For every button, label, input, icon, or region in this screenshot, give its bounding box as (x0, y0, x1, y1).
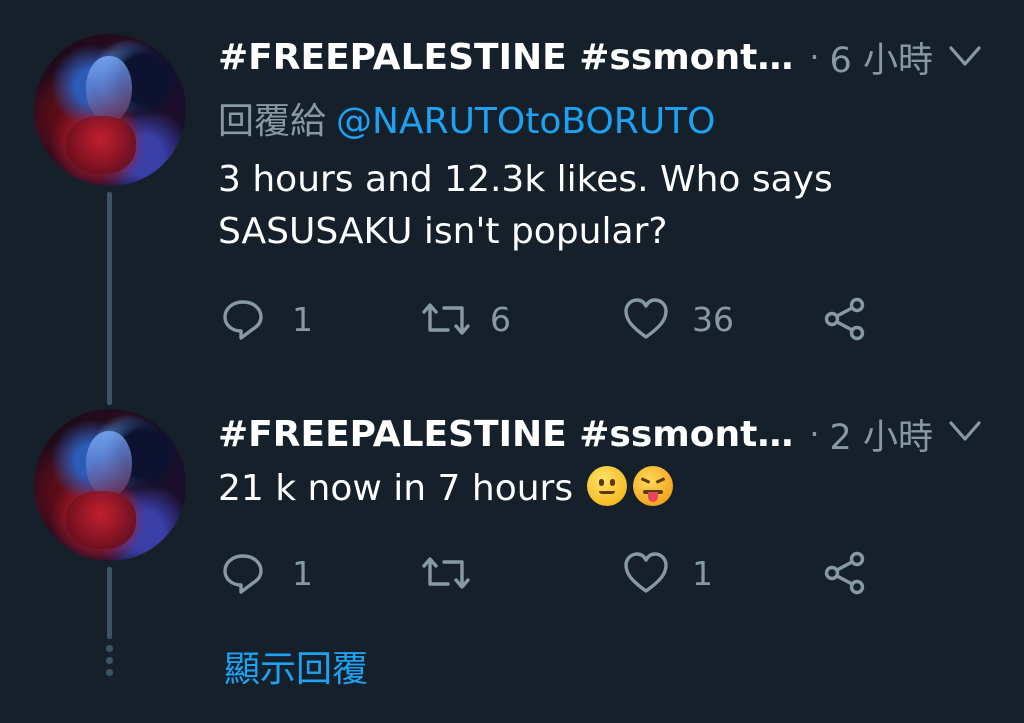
like-count: 36 (692, 299, 734, 339)
heart-icon (622, 296, 670, 342)
avatar[interactable] (34, 409, 186, 561)
tweet-text: 3 hours and 12.3k likes. Who says SASUSA… (218, 154, 833, 258)
like-button[interactable]: 36 (622, 294, 734, 344)
retweet-button[interactable]: 6 (418, 294, 511, 344)
chevron-down-icon[interactable] (945, 417, 985, 447)
tweet-text-line: SASUSAKU isn't popular? (218, 211, 668, 252)
retweet-icon (418, 296, 474, 342)
tweet-text: 21 k now in 7 hours (218, 463, 674, 515)
thread-dot (106, 645, 113, 652)
retweet-icon (418, 550, 474, 596)
share-icon (822, 550, 868, 596)
heart-icon (622, 550, 670, 596)
tweet-header: #FREEPALESTINE #ssmont… · 6 小時 (218, 32, 933, 82)
reply-count: 1 (292, 299, 313, 339)
show-replies-link[interactable]: 顯示回覆 (224, 640, 368, 692)
separator-dot: · (809, 415, 820, 453)
tweet-header: #FREEPALESTINE #ssmont… · 2 小時 (218, 409, 933, 459)
share-button[interactable] (822, 294, 868, 344)
reply-icon (220, 550, 266, 596)
reply-button[interactable]: 1 (220, 548, 313, 598)
squinting-face-with-tongue-icon (633, 466, 674, 506)
reply-count: 1 (292, 553, 313, 593)
chevron-down-icon[interactable] (945, 42, 985, 72)
thread-line (107, 567, 112, 639)
retweet-button[interactable] (418, 548, 490, 598)
timestamp[interactable]: 6 小時 (830, 32, 933, 83)
action-bar: 1 6 36 (218, 294, 918, 344)
tweet-2[interactable]: #FREEPALESTINE #ssmont… · 2 小時 21 k now … (0, 405, 1024, 639)
thread-dot (106, 669, 113, 676)
like-count: 1 (692, 553, 713, 593)
mention-link[interactable]: @NARUTOtoBORUTO (336, 101, 715, 142)
reply-to-line: 回覆給 @NARUTOtoBORUTO (218, 92, 716, 144)
like-button[interactable]: 1 (622, 548, 713, 598)
separator-dot: · (809, 38, 820, 76)
display-name[interactable]: #FREEPALESTINE #ssmont… (218, 37, 793, 78)
tweet-text-line: 21 k now in 7 hours (218, 468, 574, 509)
reply-button[interactable]: 1 (220, 294, 313, 344)
tweet-text-line: 3 hours and 12.3k likes. Who says (218, 159, 833, 200)
retweet-count: 6 (490, 299, 511, 339)
reply-to-label: 回覆給 (218, 101, 327, 142)
timestamp[interactable]: 2 小時 (830, 409, 933, 460)
share-button[interactable] (822, 548, 868, 598)
share-icon (822, 296, 868, 342)
display-name[interactable]: #FREEPALESTINE #ssmont… (218, 414, 793, 455)
slightly-smiling-face-icon (587, 466, 628, 506)
reply-icon (220, 296, 266, 342)
tweet-1[interactable]: #FREEPALESTINE #ssmont… · 6 小時 回覆給 @NARUT… (0, 0, 1024, 405)
avatar[interactable] (34, 34, 186, 186)
thread-dot (106, 657, 113, 664)
thread-line (107, 192, 112, 405)
action-bar: 1 1 (218, 548, 918, 598)
